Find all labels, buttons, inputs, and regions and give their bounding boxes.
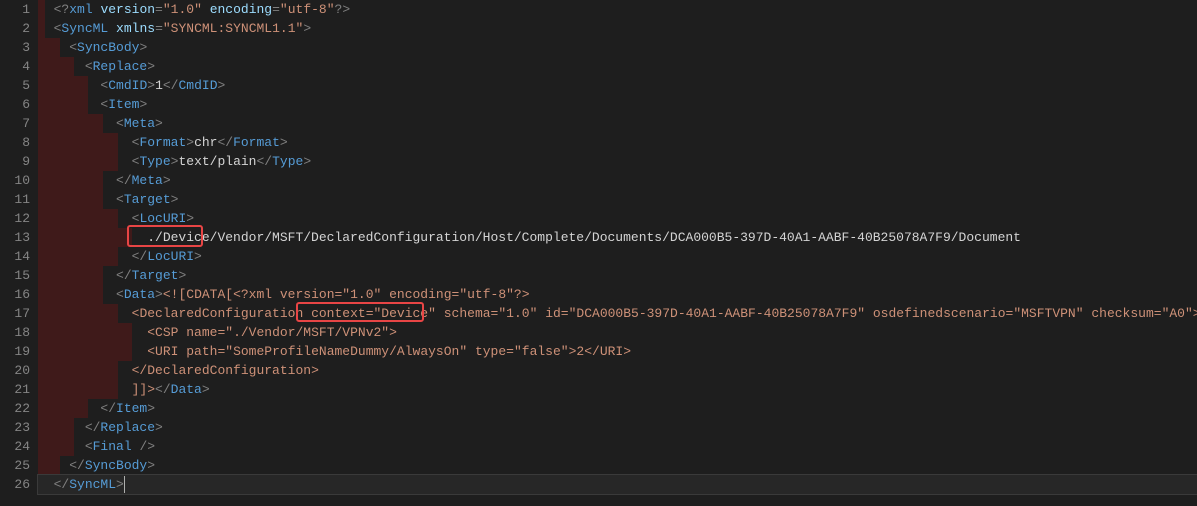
code-line[interactable]: <LocURI> bbox=[38, 209, 1197, 228]
code-line[interactable]: <DeclaredConfiguration context="Device" … bbox=[38, 304, 1197, 323]
line-number: 17 bbox=[0, 304, 30, 323]
line-number: 2 bbox=[0, 19, 30, 38]
code-line[interactable]: <Type>text/plain</Type> bbox=[38, 152, 1197, 171]
line-number: 1 bbox=[0, 0, 30, 19]
code-line[interactable]: </SyncBody> bbox=[38, 456, 1197, 475]
code-line[interactable]: </Item> bbox=[38, 399, 1197, 418]
code-line[interactable]: <Target> bbox=[38, 190, 1197, 209]
line-number: 5 bbox=[0, 76, 30, 95]
line-number: 10 bbox=[0, 171, 30, 190]
line-number: 7 bbox=[0, 114, 30, 133]
line-number: 16 bbox=[0, 285, 30, 304]
code-line[interactable]: </Meta> bbox=[38, 171, 1197, 190]
code-editor[interactable]: 1 2 3 4 5 6 7 8 9 10 11 12 13 14 15 16 1… bbox=[0, 0, 1197, 506]
line-number: 3 bbox=[0, 38, 30, 57]
line-number: 20 bbox=[0, 361, 30, 380]
line-number: 21 bbox=[0, 380, 30, 399]
code-line[interactable]: <Data><![CDATA[<?xml version="1.0" encod… bbox=[38, 285, 1197, 304]
line-number: 15 bbox=[0, 266, 30, 285]
line-number: 8 bbox=[0, 133, 30, 152]
text-cursor bbox=[124, 476, 125, 493]
code-line[interactable]: <CSP name="./Vendor/MSFT/VPNv2"> bbox=[38, 323, 1197, 342]
line-number: 4 bbox=[0, 57, 30, 76]
line-number-gutter: 1 2 3 4 5 6 7 8 9 10 11 12 13 14 15 16 1… bbox=[0, 0, 38, 506]
line-number: 9 bbox=[0, 152, 30, 171]
line-number: 14 bbox=[0, 247, 30, 266]
line-number: 12 bbox=[0, 209, 30, 228]
code-line[interactable]: <URI path="SomeProfileNameDummy/AlwaysOn… bbox=[38, 342, 1197, 361]
line-number: 18 bbox=[0, 323, 30, 342]
code-area[interactable]: <?xml version="1.0" encoding="utf-8"?> <… bbox=[38, 0, 1197, 506]
line-number: 22 bbox=[0, 399, 30, 418]
code-line-current[interactable]: </SyncML> bbox=[38, 475, 1197, 494]
code-line[interactable]: ]]></Data> bbox=[38, 380, 1197, 399]
line-number: 23 bbox=[0, 418, 30, 437]
line-number: 6 bbox=[0, 95, 30, 114]
code-line[interactable]: <Item> bbox=[38, 95, 1197, 114]
line-number: 11 bbox=[0, 190, 30, 209]
code-line[interactable]: <Final /> bbox=[38, 437, 1197, 456]
code-line[interactable]: <?xml version="1.0" encoding="utf-8"?> bbox=[38, 0, 1197, 19]
code-line[interactable]: </Target> bbox=[38, 266, 1197, 285]
code-line[interactable]: ./Device/Vendor/MSFT/DeclaredConfigurati… bbox=[38, 228, 1197, 247]
code-line[interactable]: <SyncML xmlns="SYNCML:SYNCML1.1"> bbox=[38, 19, 1197, 38]
line-number: 26 bbox=[0, 475, 30, 494]
code-line[interactable]: <Replace> bbox=[38, 57, 1197, 76]
line-number: 24 bbox=[0, 437, 30, 456]
line-number: 13 bbox=[0, 228, 30, 247]
code-line[interactable]: </LocURI> bbox=[38, 247, 1197, 266]
code-line[interactable]: <CmdID>1</CmdID> bbox=[38, 76, 1197, 95]
code-line[interactable]: <Format>chr</Format> bbox=[38, 133, 1197, 152]
line-number: 25 bbox=[0, 456, 30, 475]
code-line[interactable]: </DeclaredConfiguration> bbox=[38, 361, 1197, 380]
code-line[interactable]: <SyncBody> bbox=[38, 38, 1197, 57]
line-number: 19 bbox=[0, 342, 30, 361]
code-line[interactable]: </Replace> bbox=[38, 418, 1197, 437]
code-line[interactable]: <Meta> bbox=[38, 114, 1197, 133]
